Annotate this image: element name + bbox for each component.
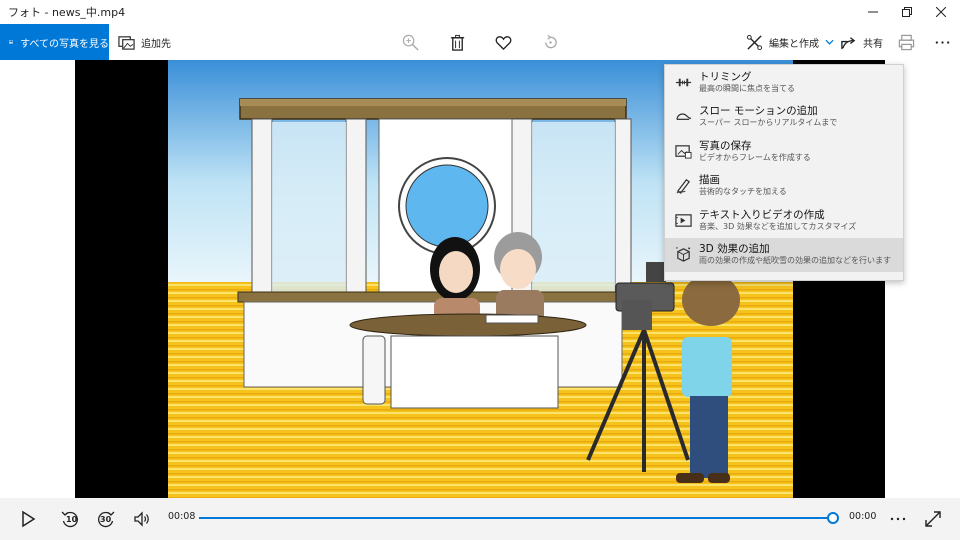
all-photos-button[interactable]: すべての写真を見る: [0, 24, 109, 60]
print-button[interactable]: [897, 24, 915, 60]
volume-button[interactable]: [130, 507, 154, 531]
more-icon: [933, 33, 951, 51]
seek-bar-track: [199, 517, 833, 519]
heart-icon: [494, 33, 512, 51]
effects-3d-icon: [673, 245, 693, 265]
current-time: 00:08: [168, 511, 196, 522]
trim-icon: [673, 72, 693, 92]
zoom-in-icon: [401, 33, 419, 51]
toolbar: すべての写真を見る 追加先 編集と作成 共有: [0, 24, 960, 60]
menu-item-text-video[interactable]: テキスト入りビデオの作成 音楽、3D 効果などを追加してカスタマイズ: [665, 203, 903, 238]
edit-create-label: 編集と作成: [769, 38, 819, 50]
player-more-button[interactable]: [886, 507, 910, 531]
menu-item-title: テキスト入りビデオの作成: [699, 208, 825, 221]
slow-motion-icon: [673, 107, 693, 127]
menu-item-3d-effects[interactable]: 3D 効果の追加 雨の効果の作成や紙吹雪の効果の追加などを行います: [665, 237, 903, 272]
menu-item-title: 3D 効果の追加: [699, 243, 770, 256]
letterbox-left: [75, 60, 168, 498]
add-to-button[interactable]: 追加先: [117, 24, 171, 60]
rotate-icon: [541, 33, 559, 51]
window-title: フォト - news_中.mp4: [8, 6, 126, 19]
rotate-button[interactable]: [541, 24, 559, 60]
trash-icon: [448, 33, 466, 51]
printer-icon: [897, 33, 915, 51]
edit-create-menu: トリミング 最高の瞬間に焦点を当てる スロー モーションの追加 スーパー スロー…: [664, 64, 904, 281]
menu-item-draw[interactable]: 描画 芸術的なタッチを加える: [665, 169, 903, 204]
menu-item-subtitle: 最高の瞬間に焦点を当てる: [699, 83, 795, 93]
share-icon: [839, 33, 857, 51]
menu-item-trim[interactable]: トリミング 最高の瞬間に焦点を当てる: [665, 65, 903, 100]
fullscreen-icon: [925, 511, 941, 527]
zoom-button[interactable]: [401, 24, 419, 60]
add-to-label: 追加先: [141, 38, 171, 50]
menu-item-title: スロー モーションの追加: [699, 105, 818, 118]
menu-item-save-photo[interactable]: 写真の保存 ビデオからフレームを作成する: [665, 134, 903, 169]
volume-icon: [134, 511, 149, 527]
menu-item-subtitle: スーパー スローからリアルタイムまで: [699, 118, 838, 128]
fullscreen-button[interactable]: [921, 507, 945, 531]
menu-item-title: トリミング: [699, 70, 752, 83]
rewind-seconds: 10: [66, 515, 78, 524]
close-icon: [936, 7, 946, 17]
chevron-down-icon: [825, 39, 834, 45]
play-icon: [22, 510, 36, 528]
player-controls: 10 30 00:08 00:00: [0, 498, 960, 540]
add-to-album-icon: [117, 33, 135, 51]
edit-create-button[interactable]: 編集と作成: [745, 24, 834, 60]
more-icon: [890, 517, 906, 521]
play-button[interactable]: [16, 507, 40, 531]
close-button[interactable]: [918, 0, 960, 24]
menu-item-subtitle: 音楽、3D 効果などを追加してカスタマイズ: [699, 221, 857, 231]
text-video-icon: [673, 210, 693, 230]
menu-item-title: 写真の保存: [699, 139, 752, 152]
share-button[interactable]: 共有: [839, 24, 883, 60]
edit-tools-icon: [745, 33, 763, 51]
minimize-icon: [868, 11, 878, 13]
seek-bar[interactable]: [199, 512, 839, 524]
rewind-button[interactable]: 10: [58, 507, 82, 531]
menu-item-subtitle: ビデオからフレームを作成する: [699, 152, 811, 162]
title-bar: フォト - news_中.mp4: [0, 0, 960, 24]
forward-button[interactable]: 30: [94, 507, 118, 531]
photo-gallery-icon: [9, 40, 14, 44]
seek-thumb[interactable]: [827, 512, 839, 524]
remaining-time: 00:00: [849, 511, 877, 522]
draw-icon: [673, 176, 693, 196]
all-photos-label: すべての写真を見る: [20, 38, 109, 50]
more-options-button[interactable]: [933, 24, 951, 60]
save-photo-icon: [673, 141, 693, 161]
forward-seconds: 30: [100, 515, 112, 524]
menu-item-subtitle: 芸術的なタッチを加える: [699, 187, 787, 197]
menu-item-subtitle: 雨の効果の作成や紙吹雪の効果の追加などを行います: [699, 256, 891, 266]
favorite-button[interactable]: [494, 24, 512, 60]
restore-icon: [902, 7, 912, 17]
menu-item-slow-motion[interactable]: スロー モーションの追加 スーパー スローからリアルタイムまで: [665, 100, 903, 135]
delete-button[interactable]: [448, 24, 466, 60]
menu-item-title: 描画: [699, 174, 720, 187]
share-label: 共有: [863, 38, 883, 50]
